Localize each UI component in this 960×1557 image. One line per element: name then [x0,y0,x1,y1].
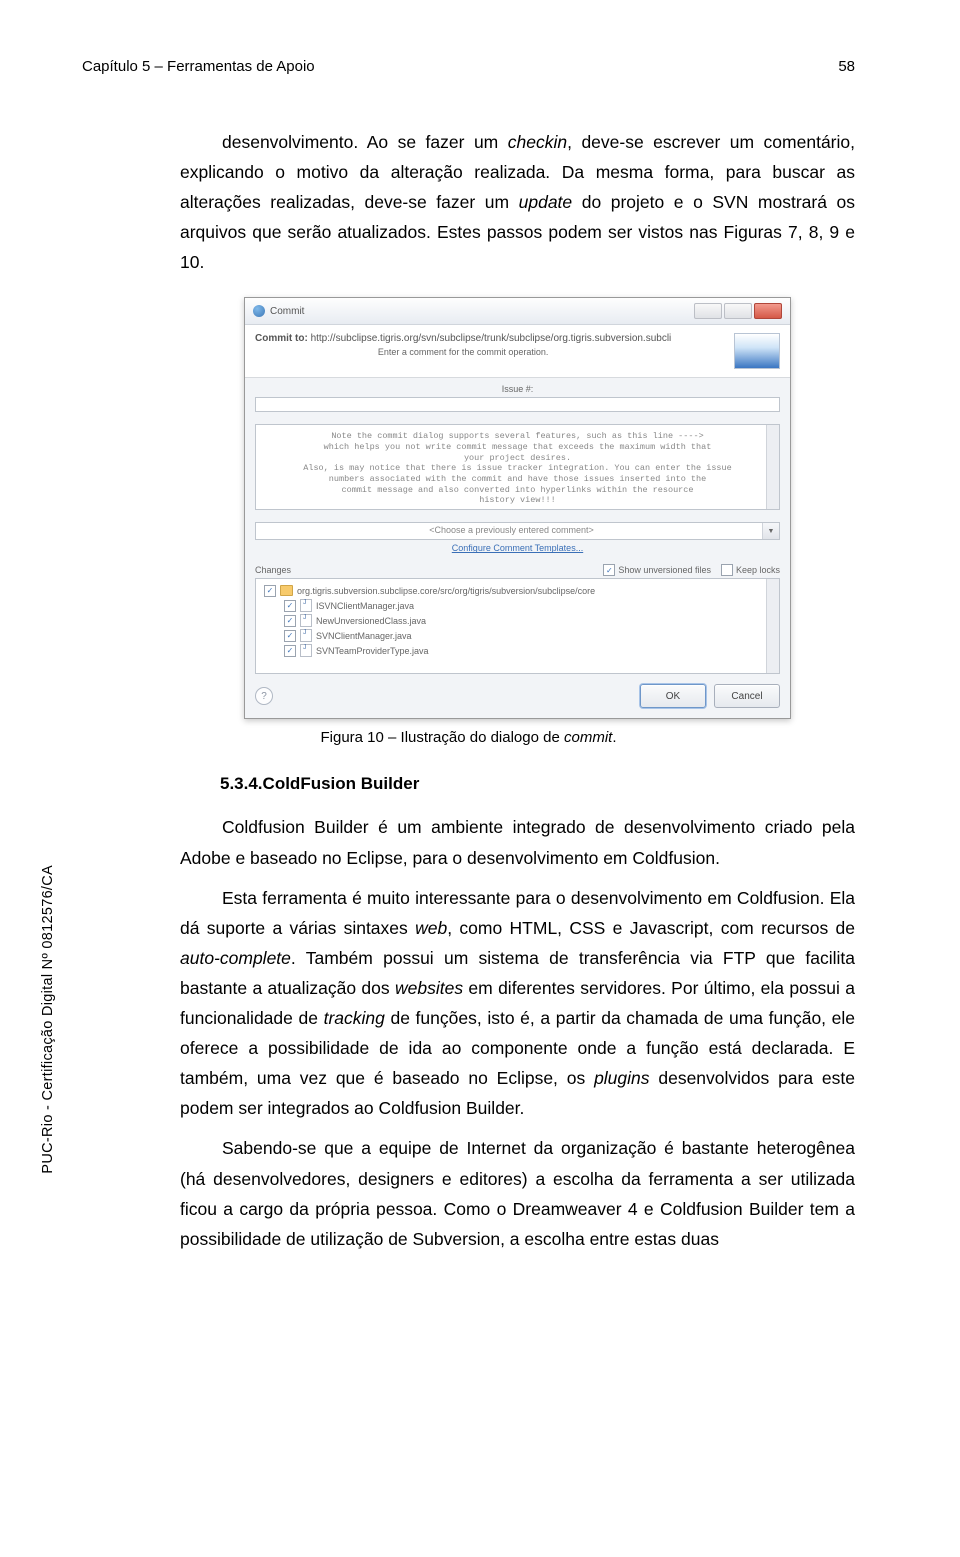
minimize-button[interactable] [694,303,722,319]
text: . [612,729,616,746]
keep-locks-checkbox[interactable]: Keep locks [721,564,780,576]
tree-item-label: ISVNClientManager.java [316,601,414,611]
italic-web: web [415,918,447,938]
window-controls [694,303,782,319]
msg-line: Also, is may notice that there is issue … [262,463,773,474]
svn-logo-icon [734,333,780,369]
close-button[interactable] [754,303,782,319]
figure-10: Commit Commit to: http://subclipse.tigri… [180,297,855,719]
running-header: Capítulo 5 – Ferramentas de Apoio 58 [82,58,855,75]
cancel-button[interactable]: Cancel [714,684,780,708]
paragraph-4: Sabendo-se que a equipe de Internet da o… [180,1133,855,1253]
java-file-icon [300,629,312,642]
section-number: 5.3.4. [220,774,263,793]
changes-tree[interactable]: ✓ org.tigris.subversion.subclipse.core/s… [255,578,780,674]
italic-tracking: tracking [324,1008,385,1028]
checkbox-icon[interactable]: ✓ [284,630,296,642]
dialog-footer: ? OK Cancel [245,674,790,718]
tree-root-label: org.tigris.subversion.subclipse.core/src… [297,586,595,596]
scrollbar[interactable] [766,425,779,509]
chevron-down-icon[interactable]: ▼ [762,523,779,539]
text: desenvolvimento. Ao se fazer um [222,132,508,152]
msg-line: history view!!! [262,495,773,506]
italic-update: update [519,192,573,212]
java-file-icon [300,599,312,612]
java-file-icon [300,614,312,627]
maximize-button[interactable] [724,303,752,319]
italic-autocomplete: auto-complete [180,948,291,968]
paragraph-3: Esta ferramenta é muito interessante par… [180,883,855,1124]
dialog-header: Commit to: http://subclipse.tigris.org/s… [245,325,790,378]
tree-item-row[interactable]: ✓ ISVNClientManager.java [260,598,775,613]
help-icon[interactable]: ? [255,687,273,705]
msg-line: numbers associated with the commit and h… [262,474,773,485]
checkbox-icon[interactable]: ✓ [284,645,296,657]
paragraph-2: Coldfusion Builder é um ambiente integra… [180,812,855,872]
issue-section: Issue #: [245,378,790,418]
java-file-icon [300,644,312,657]
checkbox-icon [721,564,733,576]
italic-plugins: plugins [594,1068,649,1088]
commit-to-label: Commit to: [255,333,308,344]
show-unversioned-checkbox[interactable]: ✓ Show unversioned files [603,564,711,576]
msg-line: commit message and also converted into h… [342,485,694,495]
section-title: ColdFusion Builder [263,774,420,793]
commit-dialog: Commit Commit to: http://subclipse.tigri… [244,297,791,719]
checkbox-icon[interactable]: ✓ [264,585,276,597]
tree-item-row[interactable]: ✓ SVNClientManager.java [260,628,775,643]
dialog-subtitle: Enter a comment for the commit operation… [255,347,671,357]
issue-label: Issue #: [255,384,780,394]
folder-icon [280,585,293,596]
text: , como HTML, CSS e Javascript, com recur… [447,918,855,938]
checkbox-icon[interactable]: ✓ [284,600,296,612]
msg-line: which helps you not write commit message… [262,442,773,453]
scrollbar[interactable] [766,579,779,673]
checkbox-icon[interactable]: ✓ [284,615,296,627]
tree-item-row[interactable]: ✓ SVNTeamProviderType.java [260,643,775,658]
header-left: Capítulo 5 – Ferramentas de Apoio [82,58,315,75]
commit-to-url: http://subclipse.tigris.org/svn/subclips… [311,333,672,344]
globe-icon [253,305,265,317]
checkbox-label: Keep locks [736,565,780,575]
italic-checkin: checkin [508,132,567,152]
italic-commit: commit [564,729,612,746]
tree-item-label: SVNTeamProviderType.java [316,646,429,656]
tree-item-row[interactable]: ✓ NewUnversionedClass.java [260,613,775,628]
page-number: 58 [838,58,855,75]
dialog-title: Commit [270,306,304,317]
tree-item-label: SVNClientManager.java [316,631,412,641]
commit-message-textarea[interactable]: Note the commit dialog supports several … [255,424,780,510]
commit-message-section: Note the commit dialog supports several … [245,418,790,516]
certification-stamp: PUC-Rio - Certificação Digital Nº 081257… [40,865,56,1174]
issue-input[interactable] [255,397,780,412]
previous-comment-dropdown[interactable]: <Choose a previously entered comment> [255,522,780,540]
dialog-titlebar: Commit [245,298,790,325]
configure-templates-link[interactable]: Configure Comment Templates... [452,543,583,553]
paragraph-1: desenvolvimento. Ao se fazer um checkin,… [180,127,855,277]
changes-bar: Changes ✓ Show unversioned files Keep lo… [245,560,790,578]
ok-button[interactable]: OK [640,684,706,708]
tree-item-label: NewUnversionedClass.java [316,616,426,626]
previous-comment-section: <Choose a previously entered comment> ▼ … [245,516,790,560]
section-heading: 5.3.4.ColdFusion Builder [220,774,855,794]
checkbox-label: Show unversioned files [618,565,711,575]
msg-line: Note the commit dialog supports several … [262,431,773,442]
checkbox-icon: ✓ [603,564,615,576]
text: Figura 10 – Ilustração do dialogo de [320,729,564,746]
italic-websites: websites [395,978,463,998]
changes-label: Changes [255,565,291,575]
tree-root-row[interactable]: ✓ org.tigris.subversion.subclipse.core/s… [260,583,775,598]
msg-line: your project desires. [262,453,773,464]
figure-caption: Figura 10 – Ilustração do dialogo de com… [82,729,855,746]
